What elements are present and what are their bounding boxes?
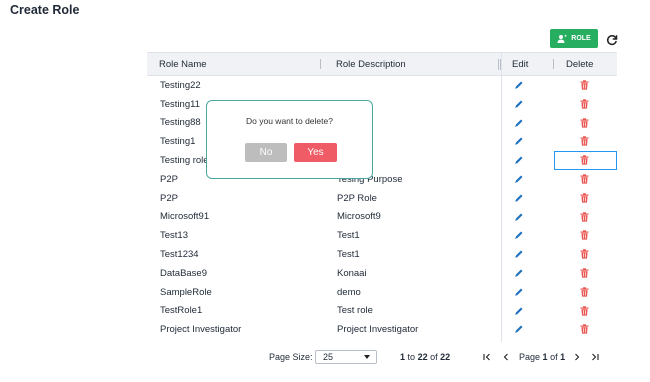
role-description-cell: Test role xyxy=(337,305,373,317)
next-page-icon[interactable] xyxy=(572,350,582,364)
role-description-cell: Test1 xyxy=(337,249,360,261)
pencil-icon[interactable] xyxy=(514,249,524,259)
trash-icon[interactable] xyxy=(580,117,589,128)
trash-icon[interactable] xyxy=(580,249,589,259)
dialog-message: Do you want to delete? xyxy=(246,116,333,126)
pencil-icon[interactable] xyxy=(514,80,524,90)
user-plus-icon xyxy=(557,34,567,43)
add-role-label: ROLE xyxy=(571,35,591,42)
header-delete[interactable]: Delete xyxy=(566,59,593,70)
pencil-icon[interactable] xyxy=(514,174,524,184)
role-description-cell: Microsoft9 xyxy=(337,211,381,223)
roles-grid: Role Name Role Description Edit Delete T… xyxy=(147,52,617,342)
trash-icon[interactable] xyxy=(580,268,589,278)
role-name-cell: Testing role xyxy=(160,155,209,167)
role-description-cell: demo xyxy=(337,286,361,298)
role-description-cell: Konaai xyxy=(337,267,367,279)
table-row[interactable]: Testing22 xyxy=(147,76,617,95)
table-row[interactable]: Project Investigator Project Investigator xyxy=(147,320,617,339)
header-role-name[interactable]: Role Name xyxy=(159,59,207,70)
grid-header: Role Name Role Description Edit Delete xyxy=(147,53,617,76)
pencil-icon[interactable] xyxy=(514,99,524,109)
role-name-cell: Testing22 xyxy=(160,79,201,91)
role-name-cell: Testing1 xyxy=(160,136,196,148)
trash-icon[interactable] xyxy=(580,193,589,203)
pencil-icon[interactable] xyxy=(514,230,524,240)
page-title: Create Role xyxy=(10,3,80,17)
pencil-icon[interactable] xyxy=(514,212,524,222)
table-row[interactable]: DataBase9 Konaai xyxy=(147,264,617,283)
refresh-icon[interactable] xyxy=(606,34,618,46)
pencil-icon[interactable] xyxy=(514,118,524,128)
page-size-value: 25 xyxy=(323,352,334,362)
pencil-icon[interactable] xyxy=(514,136,524,146)
trash-icon[interactable] xyxy=(580,305,589,316)
header-edit[interactable]: Edit xyxy=(512,59,528,70)
previous-page-icon[interactable] xyxy=(501,350,511,364)
page-size-select[interactable]: 25 xyxy=(315,350,377,364)
role-name-cell: Test1234 xyxy=(160,249,199,261)
trash-icon[interactable] xyxy=(580,174,589,184)
pencil-icon[interactable] xyxy=(514,324,524,334)
first-page-icon[interactable] xyxy=(482,350,492,364)
pencil-icon[interactable] xyxy=(514,155,524,165)
role-name-cell: TestRole1 xyxy=(160,305,203,317)
role-name-cell: Testing88 xyxy=(160,117,201,129)
row-range: 1 to 22 of 22 xyxy=(400,352,451,362)
add-role-button[interactable]: ROLE xyxy=(550,29,598,48)
column-resize-handle[interactable] xyxy=(320,59,321,69)
trash-icon[interactable] xyxy=(580,80,589,90)
role-name-cell: DataBase9 xyxy=(160,267,208,279)
last-page-icon[interactable] xyxy=(590,350,600,364)
role-description-cell: Test1 xyxy=(337,230,360,242)
page-indicator: Page 1 of 1 xyxy=(519,352,566,362)
trash-icon[interactable] xyxy=(580,324,589,334)
trash-icon[interactable] xyxy=(580,230,589,240)
table-row[interactable]: Test13 Test1 xyxy=(147,226,617,245)
pencil-icon[interactable] xyxy=(514,193,524,203)
trash-icon[interactable] xyxy=(580,211,589,222)
table-row[interactable]: Microsoft91 Microsoft9 xyxy=(147,208,617,227)
table-row[interactable]: TestRole1 Test role xyxy=(147,302,617,321)
role-name-cell: SampleRole xyxy=(160,286,212,298)
delete-confirm-dialog: Do you want to delete? No Yes xyxy=(206,100,373,179)
role-name-cell: P2P xyxy=(160,173,178,185)
header-role-description[interactable]: Role Description xyxy=(336,59,406,70)
pagination-bar: Page Size: 25 1 to 22 of 22 Page 1 of 1 xyxy=(0,350,650,364)
pencil-icon[interactable] xyxy=(514,268,524,278)
trash-icon[interactable] xyxy=(580,99,589,109)
role-name-cell: P2P xyxy=(160,192,178,204)
page-size-label: Page Size: xyxy=(269,352,313,362)
trash-icon[interactable] xyxy=(580,155,589,165)
pencil-icon[interactable] xyxy=(514,306,524,316)
column-resize-handle[interactable] xyxy=(553,59,554,69)
trash-icon[interactable] xyxy=(580,136,589,146)
table-row[interactable]: P2P P2P Role xyxy=(147,189,617,208)
role-description-cell: Project Investigator xyxy=(337,324,419,336)
role-name-cell: Project Investigator xyxy=(160,324,242,336)
yes-button[interactable]: Yes xyxy=(294,143,337,162)
role-description-cell: P2P Role xyxy=(337,192,377,204)
role-name-cell: Microsoft91 xyxy=(160,211,210,223)
no-button[interactable]: No xyxy=(245,143,287,162)
table-row[interactable]: SampleRole demo xyxy=(147,283,617,302)
role-name-cell: Testing11 xyxy=(160,98,200,110)
trash-icon[interactable] xyxy=(580,287,589,297)
pencil-icon[interactable] xyxy=(514,287,524,297)
role-name-cell: Test13 xyxy=(160,230,188,242)
chevron-down-icon xyxy=(364,355,370,359)
table-row[interactable]: Test1234 Test1 xyxy=(147,245,617,264)
